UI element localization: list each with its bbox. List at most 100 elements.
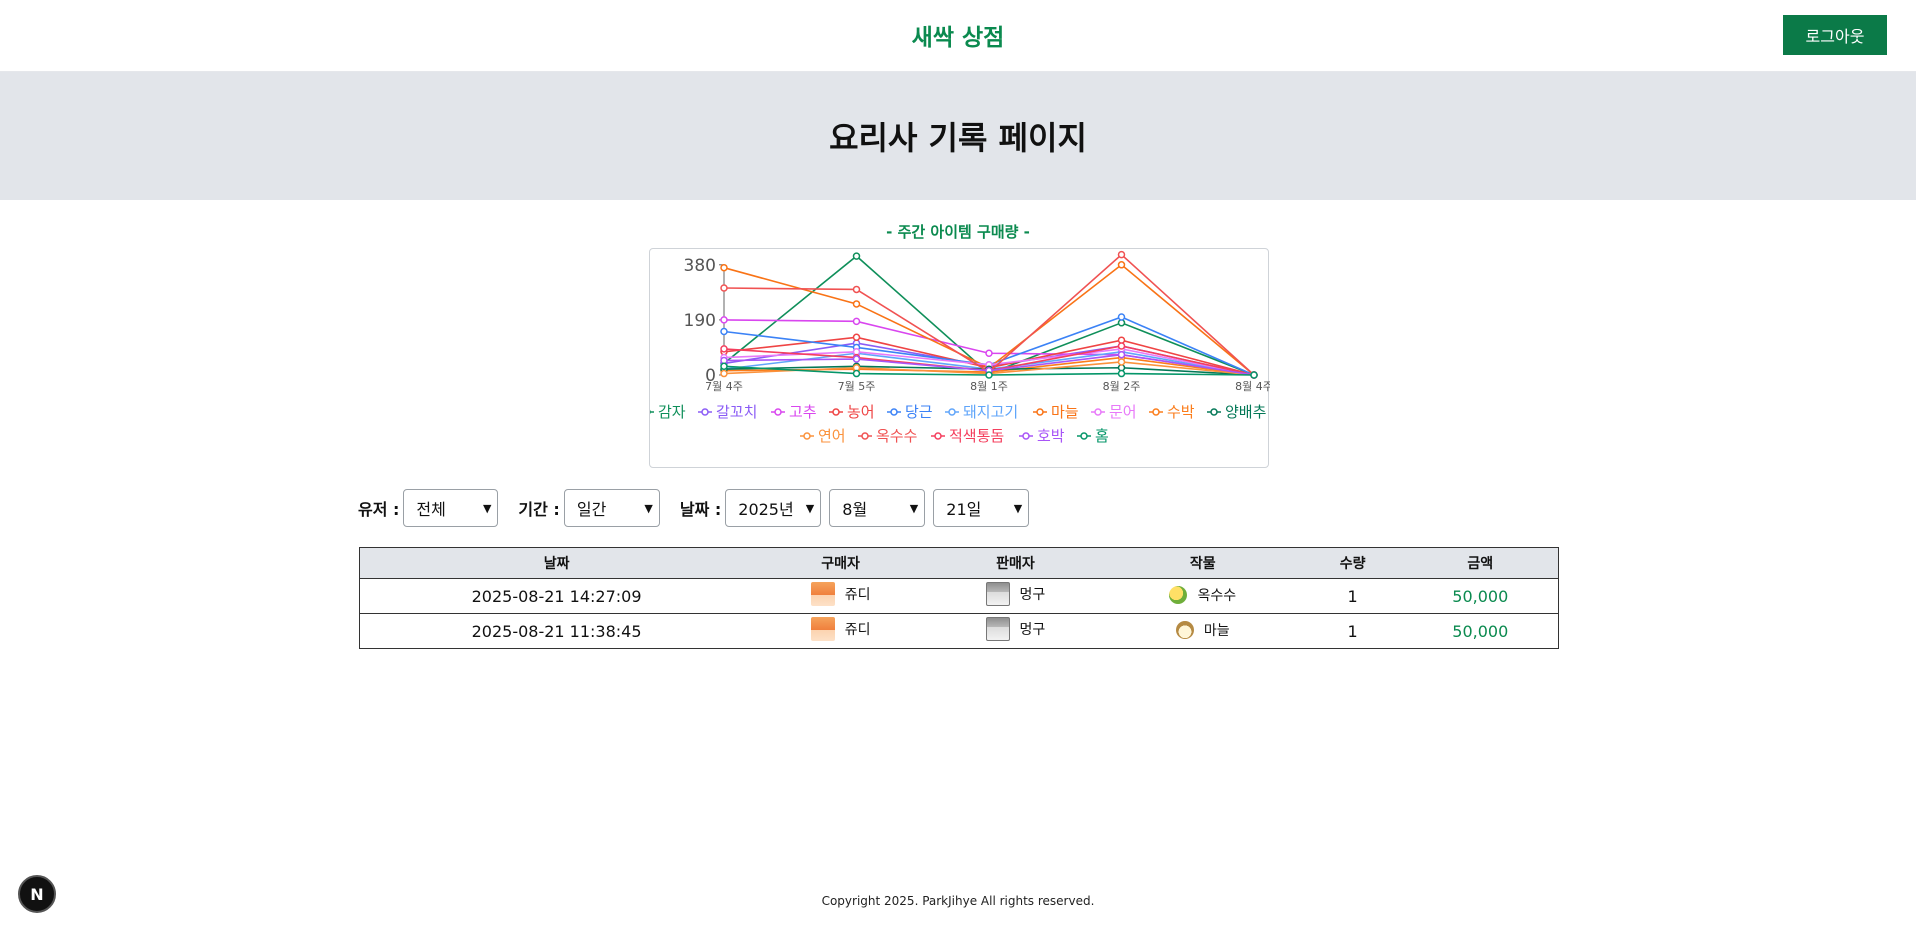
row-amount: 50,000 [1452,621,1509,641]
col-seller: 판매자 [928,547,1103,579]
top-header: 새싹 상점 로그아웃 [0,0,1916,72]
buyer-name: 쥬디 [844,622,871,638]
x-tick-label: 7월 4주 [705,380,743,393]
data-point [1117,369,1126,378]
data-point [852,333,861,342]
seller-cell: 멍구 [985,582,1046,606]
page-title: 요리사 기록 페이지 [829,119,1087,157]
year-select-value: 2025년 [738,500,794,519]
buyer-avatar [810,582,835,606]
buyer-name: 쥬디 [844,587,871,603]
table-row: 2025-08-21 14:27:09 쥬디 멍구 옥수수 1 50,000 [359,579,1559,614]
chart-svg: 01903807월 4주 7월 5주 8월 1주 8월 2주 8월 4주감자 갈꼬치 고추 농… [650,250,1270,445]
legend-label: 연어 [818,427,846,445]
legend-label: 당근 [905,403,933,421]
month-select[interactable]: 8월 ▼ [829,489,926,527]
month-select-value: 8월 [842,500,868,519]
seller-name: 멍구 [1019,622,1046,638]
data-point [1117,261,1126,269]
day-select[interactable]: 21일 ▼ [933,489,1030,527]
data-point [720,362,728,371]
legend-marker [1080,432,1088,440]
buyer-avatar [810,617,835,641]
user-select[interactable]: 전체 ▼ [403,489,499,527]
legend-label: 갈꼬치 [716,403,757,421]
legend-marker [948,408,956,416]
legend-label: 농어 [847,403,875,421]
crop-cell: 옥수수 [1169,585,1236,605]
legend-label: 마늘 [1051,403,1079,421]
chevron-down-icon: ▼ [644,501,653,515]
data-point [1117,358,1126,366]
crop-name: 옥수수 [1197,587,1237,604]
brand-logo[interactable]: 새싹 상점 [0,18,1916,52]
data-point [1117,250,1126,259]
row-qty: 1 [1347,586,1358,606]
page-banner: 요리사 기록 페이지 [0,72,1916,200]
date-filter-label: 날짜 : [679,500,722,519]
chevron-down-icon: ▼ [909,501,919,515]
legend-marker [861,432,869,440]
seller-avatar [985,617,1010,641]
row-date: 2025-08-21 14:27:09 [471,586,642,606]
legend-label: 호박 [1037,427,1065,445]
legend-marker [803,432,811,440]
data-point [1250,371,1258,379]
legend-label: 돼지고기 [963,403,1018,421]
legend-marker [1022,432,1030,440]
filter-bar: 유저 : 전체 ▼ 기간 : 일간 ▼ 날짜 : 2025년 ▼ 8월 ▼ 21… [358,489,1030,527]
user-select-value: 전체 [416,500,446,519]
legend-marker [832,408,840,416]
legend-label: 수박 [1167,403,1195,421]
period-select-value: 일간 [576,500,607,519]
x-tick-label: 8월 1주 [970,380,1008,393]
weekly-purchase-chart: 0 190 380 7월 4주 7월 5주 8월 1주 8월 2주 8월 4주 감자 갈꼬치 고추 농… [649,248,1270,468]
buyer-cell: 쥬디 [810,582,871,606]
footer-copyright: Copyright 2025. ParkJihye All rights res… [821,894,1095,908]
col-date: 날짜 [359,547,754,579]
legend-label: 적색통돔 [949,427,1004,445]
col-qty: 수량 [1302,547,1403,579]
corn-icon [1169,585,1188,604]
legend-label: 감자 [658,403,686,421]
data-point [720,327,728,336]
data-point [720,369,728,378]
chevron-down-icon: ▼ [1013,501,1023,515]
data-point [852,252,861,260]
period-select[interactable]: 일간 ▼ [563,489,660,527]
x-tick-label: 8월 4주 [1235,380,1270,393]
legend-marker [701,408,709,416]
chart-heading: - 주간 아이템 구매량 - [886,223,1030,241]
data-point [720,263,728,272]
y-tick-label: 380 [684,256,716,276]
x-tick-label: 8월 2주 [1103,380,1141,393]
purchase-table: 날짜 구매자 판매자 작물 수량 금액 2025-08-21 14:27:09 … [359,547,1559,649]
data-point [985,349,993,357]
period-filter-label: 기간 : [518,500,560,519]
logout-button[interactable]: 로그아웃 [1783,15,1887,55]
table-row: 2025-08-21 11:38:45 쥬디 멍구 마늘 1 50,000 [359,614,1559,649]
data-point [1117,313,1126,321]
data-point [1117,350,1126,359]
chevron-down-icon: ▼ [805,501,815,515]
legend-marker [1210,408,1218,416]
series-line [723,263,1255,376]
legend-label: 옥수수 [876,427,917,445]
col-buyer: 구매자 [753,547,928,579]
legend-label: 고추 [789,403,817,421]
data-point [720,284,728,292]
col-crop: 작물 [1102,547,1303,579]
seller-cell: 멍구 [985,617,1046,641]
legend-marker [1152,408,1160,416]
table-header-row: 날짜 구매자 판매자 작물 수량 금액 [359,547,1559,579]
seller-name: 멍구 [1019,587,1046,603]
data-point [720,345,728,353]
crop-name: 마늘 [1203,622,1230,639]
user-filter-label: 유저 : [358,500,400,519]
row-qty: 1 [1347,621,1358,641]
row-amount: 50,000 [1452,586,1509,606]
legend-marker [1094,408,1102,416]
year-select[interactable]: 2025년 ▼ [725,489,822,527]
row-date: 2025-08-21 11:38:45 [471,621,642,641]
legend-label: 양배추 [1225,403,1266,421]
